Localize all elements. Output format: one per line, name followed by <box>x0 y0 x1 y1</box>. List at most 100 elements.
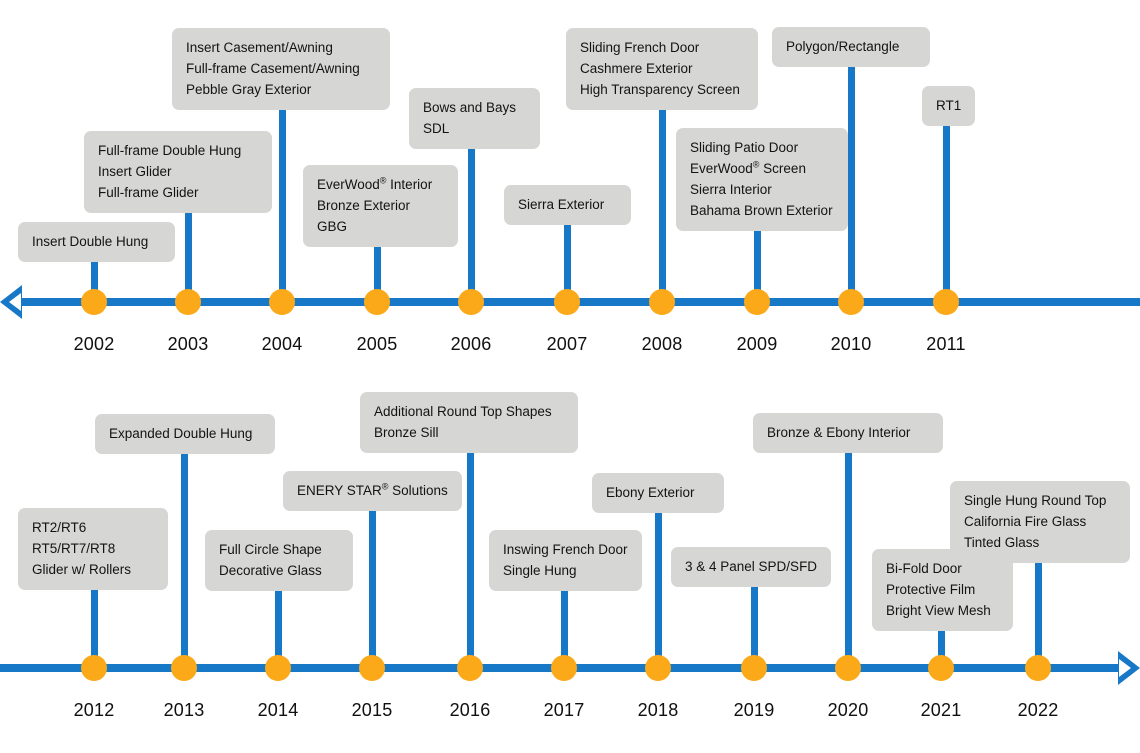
registered-trademark-icon: ® <box>752 159 760 170</box>
timeline-event-line: ENERY STAR® Solutions <box>297 481 448 498</box>
timeline-arrow-right-icon <box>1118 651 1140 685</box>
timeline-year-marker[interactable] <box>1025 655 1051 681</box>
timeline-year-label: 2007 <box>546 334 588 354</box>
timeline-year-marker[interactable] <box>458 289 484 315</box>
timeline-year-marker[interactable] <box>269 289 295 315</box>
timeline-event-line: Sliding French Door <box>580 40 700 55</box>
timeline-event-line: Bronze Sill <box>374 425 439 440</box>
timeline-event-line: Bright View Mesh <box>886 603 991 618</box>
timeline-year-marker[interactable] <box>835 655 861 681</box>
timeline-event-callout: EverWood® Interior Bronze Exterior GBG <box>303 165 458 247</box>
timeline-year-marker[interactable] <box>838 289 864 315</box>
timeline-event-line: Insert Casement/Awning <box>186 40 333 55</box>
timeline-year-label: 2004 <box>261 334 303 354</box>
timeline-year-marker[interactable] <box>554 289 580 315</box>
timeline-arrow-left-icon <box>0 285 22 319</box>
timeline-stem <box>942 126 950 302</box>
timeline-year-marker[interactable] <box>364 289 390 315</box>
registered-trademark-icon: ® <box>381 481 389 492</box>
timeline-event-line: Cashmere Exterior <box>580 61 693 76</box>
timeline-event-line: Bronze Exterior <box>317 198 411 213</box>
timeline-event-callout: RT2/RT6 RT5/RT7/RT8 Glider w/ Rollers <box>18 508 168 590</box>
timeline-stem <box>658 110 666 302</box>
timeline-event-callout: Ebony Exterior <box>592 473 724 513</box>
timeline-event-line: Single Hung Round Top <box>964 493 1107 508</box>
timeline-event-callout: RT1 <box>922 86 976 126</box>
timeline-year-label: 2015 <box>351 700 393 720</box>
timeline-year-marker[interactable] <box>551 655 577 681</box>
timeline-event-line: Ebony Exterior <box>606 485 695 500</box>
timeline-event-callout: Insert Double Hung <box>18 222 175 262</box>
timeline-year-label: 2010 <box>830 334 872 354</box>
timeline-event-line: RT2/RT6 <box>32 520 87 535</box>
timeline-stem <box>466 453 474 668</box>
timeline-year-marker[interactable] <box>928 655 954 681</box>
timeline-event-line: RT1 <box>936 98 962 113</box>
timeline-year-marker[interactable] <box>649 289 675 315</box>
timeline-event-callout: Inswing French Door Single Hung <box>489 530 642 591</box>
timeline-event-line: SDL <box>423 121 450 136</box>
timeline-year-marker[interactable] <box>81 289 107 315</box>
timeline-event-line: Protective Film <box>886 582 976 597</box>
timeline-event-line: GBG <box>317 219 348 234</box>
timeline-year-label: 2003 <box>167 334 209 354</box>
timeline-year-marker[interactable] <box>175 289 201 315</box>
timeline-diagram: Insert Double Hung 2002 Full-frame Double … <box>0 0 1140 753</box>
timeline-year-label: 2011 <box>926 334 966 354</box>
timeline-event-callout: 3 & 4 Panel SPD/SFD <box>671 547 832 587</box>
timeline-year-label: 2008 <box>641 334 683 354</box>
timeline-year-marker[interactable] <box>81 655 107 681</box>
timeline-event-line: Single Hung <box>503 563 577 578</box>
timeline-event-line: Sierra Interior <box>690 182 772 197</box>
timeline-event-line: High Transparency Screen <box>580 82 740 97</box>
timeline-year-label: 2017 <box>543 700 585 720</box>
timeline-year-marker[interactable] <box>171 655 197 681</box>
timeline-year-label: 2002 <box>73 334 115 354</box>
timeline-event-line: Expanded Double Hung <box>109 426 253 441</box>
timeline-event-callout: Bronze & Ebony Interior <box>753 413 943 453</box>
timeline-event-line: Polygon/Rectangle <box>786 39 900 54</box>
timeline-event-line: Full Circle Shape <box>219 542 322 557</box>
timeline-year-label: 2018 <box>637 700 679 720</box>
timeline-year-marker[interactable] <box>265 655 291 681</box>
timeline-year-marker[interactable] <box>744 289 770 315</box>
timeline-event-line: 3 & 4 Panel SPD/SFD <box>685 559 818 574</box>
timeline-event-line: Sliding Patio Door <box>690 140 799 155</box>
timeline-event-line: Inswing French Door <box>503 542 628 557</box>
timeline-event-line: Full-frame Glider <box>98 185 199 200</box>
timeline-year-marker[interactable] <box>645 655 671 681</box>
timeline-year-label: 2014 <box>257 700 299 720</box>
timeline-year-marker[interactable] <box>933 289 959 315</box>
timeline-event-line: Decorative Glass <box>219 563 322 578</box>
timeline-stem <box>1034 563 1042 668</box>
timeline-year-label: 2013 <box>163 700 205 720</box>
timeline-event-line: Sierra Exterior <box>518 197 605 212</box>
registered-trademark-icon: ® <box>379 175 387 186</box>
timeline-event-callout: Sierra Exterior <box>504 185 631 225</box>
timeline-year-label: 2006 <box>450 334 492 354</box>
timeline-year-marker[interactable] <box>741 655 767 681</box>
timeline-year-label: 2005 <box>356 334 398 354</box>
timeline-stem <box>654 513 662 668</box>
timeline-event-line: California Fire Glass <box>964 514 1087 529</box>
timeline-year-label: 2016 <box>449 700 491 720</box>
timeline-event-line: Full-frame Double Hung <box>98 143 242 158</box>
timeline-event-line: Pebble Gray Exterior <box>186 82 312 97</box>
timeline-stem <box>180 454 188 668</box>
timeline-event-callout: Expanded Double Hung <box>95 414 275 454</box>
timeline-stem <box>368 511 376 668</box>
timeline-stem <box>278 110 286 302</box>
timeline-event-callout: Sliding French Door Cashmere Exterior High… <box>566 28 758 110</box>
timeline-year-marker[interactable] <box>359 655 385 681</box>
timeline-event-line: EverWood® Screen <box>690 159 806 176</box>
timeline-year-label: 2021 <box>920 700 962 720</box>
timeline-year-label: 2022 <box>1017 700 1059 720</box>
timeline-event-line: EverWood® Interior <box>317 175 433 192</box>
timeline-event-callout: Additional Round Top Shapes Bronze Sill <box>360 392 578 453</box>
timeline-stem <box>467 149 475 302</box>
timeline-event-callout: Bows and Bays SDL <box>409 88 540 149</box>
timeline-event-line: Insert Double Hung <box>32 234 149 249</box>
timeline-year-label: 2020 <box>827 700 869 720</box>
timeline-event-callout: Single Hung Round Top California Fire Gla… <box>950 481 1130 563</box>
timeline-year-marker[interactable] <box>457 655 483 681</box>
